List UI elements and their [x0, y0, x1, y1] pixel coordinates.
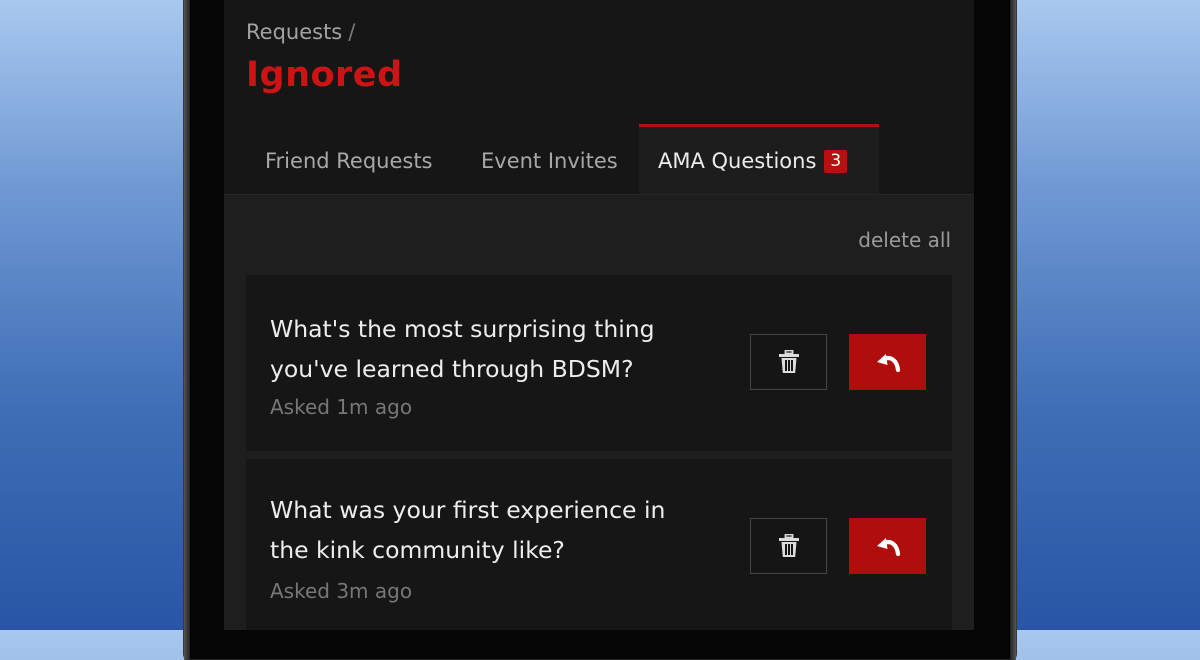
tab-label: AMA Questions	[658, 149, 817, 173]
tab-label: Event Invites	[481, 149, 618, 173]
count-badge: 3	[824, 150, 848, 173]
breadcrumb: Requests /	[246, 20, 355, 44]
restore-question-button[interactable]	[849, 334, 926, 390]
app-screen: Requests / Ignored Friend Requests Event …	[224, 0, 974, 630]
breadcrumb-requests-link[interactable]: Requests	[246, 20, 342, 44]
delete-question-button[interactable]	[750, 518, 827, 574]
restore-question-button[interactable]	[849, 518, 926, 574]
questions-panel: delete all What's the most surprising th…	[224, 195, 974, 630]
undo-arrow-icon	[876, 538, 900, 557]
breadcrumb-separator: /	[348, 20, 356, 44]
tab-bar: Friend Requests Event Invites AMA Questi…	[224, 124, 974, 195]
page-title: Ignored	[246, 55, 403, 95]
trash-icon	[778, 534, 799, 557]
delete-question-button[interactable]	[750, 334, 827, 390]
question-card: What was your first experience in the ki…	[246, 459, 952, 630]
question-text: What's the most surprising thing you've …	[270, 315, 655, 383]
asked-timestamp: Asked 1m ago	[270, 395, 413, 419]
tab-label: Friend Requests	[265, 149, 433, 173]
question-text: What was your first experience in the ki…	[270, 496, 666, 564]
question-card: What's the most surprising thing you've …	[246, 275, 952, 451]
asked-timestamp: Asked 3m ago	[270, 579, 413, 603]
trash-icon	[778, 350, 799, 373]
delete-all-link[interactable]: delete all	[858, 228, 951, 252]
undo-arrow-icon	[876, 354, 900, 373]
tab-ama-questions[interactable]: AMA Questions 3	[639, 124, 879, 194]
tab-event-invites[interactable]: Event Invites	[481, 124, 618, 194]
tab-friend-requests[interactable]: Friend Requests	[265, 124, 433, 194]
